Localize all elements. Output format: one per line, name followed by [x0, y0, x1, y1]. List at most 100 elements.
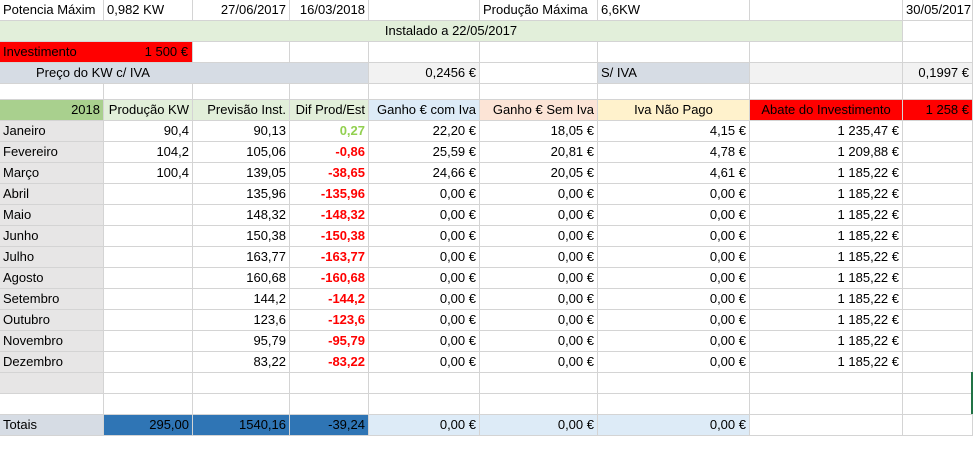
empty-cell[interactable] — [369, 394, 480, 415]
abate-value[interactable]: 1 258 € — [903, 100, 973, 121]
empty-cell[interactable] — [369, 84, 480, 100]
month-label[interactable]: Outubro — [0, 310, 104, 331]
ganho-siva-value[interactable]: 0,00 € — [480, 205, 598, 226]
dif-value[interactable]: -0,86 — [290, 142, 369, 163]
iva-value[interactable]: 0,00 € — [598, 268, 750, 289]
producao-value[interactable] — [104, 205, 193, 226]
empty-cell[interactable] — [598, 394, 750, 415]
empty-cell[interactable] — [104, 394, 193, 415]
empty-cell[interactable] — [903, 184, 973, 205]
ganho-siva-value[interactable]: 0,00 € — [480, 331, 598, 352]
previsao-value[interactable]: 148,32 — [193, 205, 290, 226]
abate-row-value[interactable]: 1 185,22 € — [750, 289, 903, 310]
empty-cell[interactable] — [903, 247, 973, 268]
empty-cell[interactable] — [903, 268, 973, 289]
previsao-value[interactable]: 105,06 — [193, 142, 290, 163]
dif-value[interactable]: -144,2 — [290, 289, 369, 310]
abate-row-value[interactable]: 1 185,22 € — [750, 310, 903, 331]
iva-value[interactable]: 0,00 € — [598, 184, 750, 205]
empty-cell[interactable] — [903, 415, 973, 436]
abate-row-value[interactable]: 1 235,47 € — [750, 121, 903, 142]
month-label[interactable]: Janeiro — [0, 121, 104, 142]
empty-cell[interactable] — [480, 394, 598, 415]
header-dif[interactable]: Dif Prod/Est — [290, 100, 369, 121]
empty-cell[interactable] — [750, 373, 903, 394]
empty-cell[interactable] — [104, 373, 193, 394]
producao-value[interactable] — [104, 331, 193, 352]
empty-cell[interactable] — [750, 0, 903, 21]
producao-value[interactable] — [104, 289, 193, 310]
header-producao[interactable]: Produção KW — [104, 100, 193, 121]
empty-cell[interactable] — [598, 373, 750, 394]
month-label[interactable]: Dezembro — [0, 352, 104, 373]
date-1[interactable]: 27/06/2017 — [193, 0, 290, 21]
empty-cell[interactable] — [750, 84, 903, 100]
month-label[interactable]: Novembro — [0, 331, 104, 352]
abate-row-value[interactable]: 1 185,22 € — [750, 247, 903, 268]
iva-value[interactable]: 4,78 € — [598, 142, 750, 163]
empty-cell[interactable] — [903, 352, 973, 373]
date-2[interactable]: 16/03/2018 — [290, 0, 369, 21]
month-label[interactable]: Março — [0, 163, 104, 184]
empty-cell[interactable] — [480, 373, 598, 394]
iva-value[interactable]: 0,00 € — [598, 226, 750, 247]
iva-value[interactable]: 0,00 € — [598, 310, 750, 331]
abate-row-value[interactable]: 1 185,22 € — [750, 352, 903, 373]
empty-cell[interactable] — [369, 42, 480, 63]
ganho-civa-value[interactable]: 25,59 € — [369, 142, 480, 163]
empty-cell[interactable] — [750, 42, 903, 63]
empty-cell[interactable] — [903, 84, 973, 100]
abate-row-value[interactable]: 1 185,22 € — [750, 331, 903, 352]
empty-cell[interactable] — [903, 42, 973, 63]
ganho-civa-value[interactable]: 0,00 € — [369, 331, 480, 352]
dif-value[interactable]: -95,79 — [290, 331, 369, 352]
producao-value[interactable] — [104, 310, 193, 331]
producao-maxima-label[interactable]: Produção Máxima — [480, 0, 598, 21]
ganho-civa-value[interactable]: 0,00 € — [369, 205, 480, 226]
preco-civa-label[interactable]: Preço do KW c/ IVA — [0, 63, 369, 84]
producao-value[interactable] — [104, 268, 193, 289]
month-label[interactable]: Abril — [0, 184, 104, 205]
dif-value[interactable]: -38,65 — [290, 163, 369, 184]
previsao-value[interactable]: 135,96 — [193, 184, 290, 205]
dif-value[interactable]: -160,68 — [290, 268, 369, 289]
total-iva[interactable]: 0,00 € — [598, 415, 750, 436]
month-label[interactable]: Agosto — [0, 268, 104, 289]
ganho-siva-value[interactable]: 0,00 € — [480, 184, 598, 205]
empty-cell[interactable] — [193, 373, 290, 394]
dif-value[interactable]: -150,38 — [290, 226, 369, 247]
total-dif[interactable]: -39,24 — [290, 415, 369, 436]
iva-value[interactable]: 0,00 € — [598, 352, 750, 373]
siva-label[interactable]: S/ IVA — [598, 63, 750, 84]
empty-cell[interactable] — [750, 63, 903, 84]
abate-row-value[interactable]: 1 185,22 € — [750, 163, 903, 184]
empty-cell[interactable] — [903, 205, 973, 226]
empty-cell[interactable] — [903, 163, 973, 184]
empty-cell[interactable] — [369, 0, 480, 21]
ganho-civa-value[interactable]: 0,00 € — [369, 289, 480, 310]
empty-cell[interactable] — [903, 21, 973, 42]
month-label[interactable]: Maio — [0, 205, 104, 226]
ganho-siva-value[interactable]: 0,00 € — [480, 289, 598, 310]
dif-value[interactable]: 0,27 — [290, 121, 369, 142]
preco-civa-value[interactable]: 0,2456 € — [369, 63, 480, 84]
empty-cell[interactable] — [0, 84, 104, 100]
empty-cell[interactable] — [480, 84, 598, 100]
month-label[interactable]: Julho — [0, 247, 104, 268]
ganho-siva-value[interactable]: 20,05 € — [480, 163, 598, 184]
empty-cell[interactable] — [903, 310, 973, 331]
dif-value[interactable]: -163,77 — [290, 247, 369, 268]
year-header[interactable]: 2018 — [0, 100, 104, 121]
empty-cell[interactable] — [290, 394, 369, 415]
header-ganho-civa[interactable]: Ganho € com Iva — [369, 100, 480, 121]
ganho-siva-value[interactable]: 18,05 € — [480, 121, 598, 142]
header-iva-nao-pago[interactable]: Iva Não Pago — [598, 100, 750, 121]
abate-row-value[interactable]: 1 209,88 € — [750, 142, 903, 163]
empty-cell[interactable] — [480, 42, 598, 63]
iva-value[interactable]: 4,61 € — [598, 163, 750, 184]
producao-value[interactable] — [104, 247, 193, 268]
empty-cell[interactable] — [480, 63, 598, 84]
ganho-siva-value[interactable]: 0,00 € — [480, 268, 598, 289]
ganho-civa-value[interactable]: 0,00 € — [369, 268, 480, 289]
empty-cell[interactable] — [750, 415, 903, 436]
